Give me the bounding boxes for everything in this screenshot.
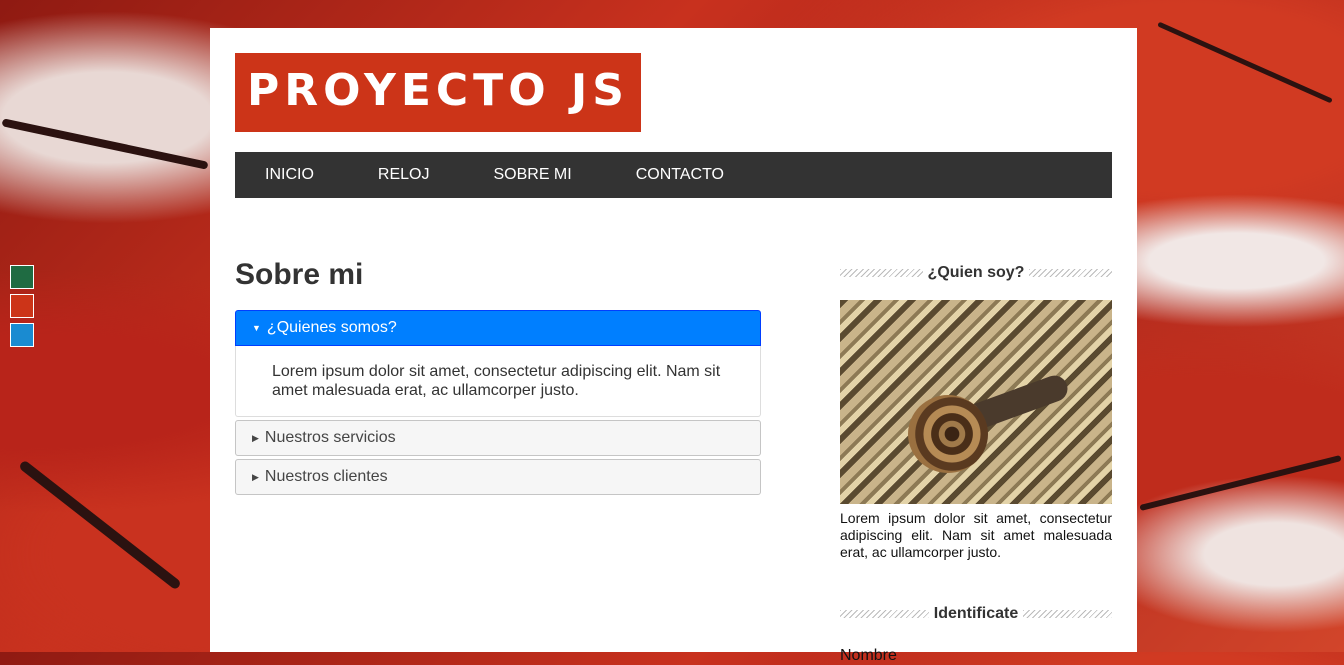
caret-right-icon: ▶ xyxy=(252,471,259,482)
nav-item-reloj[interactable]: RELOJ xyxy=(378,166,430,184)
theme-swatch-blue[interactable] xyxy=(10,323,34,347)
widget-title-text: Identificate xyxy=(933,605,1019,622)
page-container: PROYECTO JS INICIO RELOJ SOBRE MI CONTAC… xyxy=(210,28,1137,664)
title-stripe-right xyxy=(1029,269,1112,277)
background-branch xyxy=(18,459,182,591)
accordion-label: Nuestros clientes xyxy=(264,468,388,485)
title-stripe-left xyxy=(840,610,929,618)
theme-swatch-green[interactable] xyxy=(10,265,34,289)
theme-switcher xyxy=(10,265,40,347)
background-branch xyxy=(1,118,209,170)
accordion-label: Nuestros servicios xyxy=(264,429,396,446)
caret-down-icon: ▼ xyxy=(252,323,261,333)
name-field-label: Nombre xyxy=(840,647,897,664)
title-stripe-left xyxy=(840,269,923,277)
accordion-panel: Lorem ipsum dolor sit amet, consectetur … xyxy=(235,346,761,417)
nav-item-contacto[interactable]: CONTACTO xyxy=(636,166,724,184)
theme-swatch-red[interactable] xyxy=(10,294,34,318)
nav-item-inicio[interactable]: INICIO xyxy=(265,166,314,184)
background-branch xyxy=(1139,455,1342,511)
widget-title-about: ¿Quien soy? xyxy=(840,264,1112,282)
accordion-header-nuestros-clientes[interactable]: ▶ Nuestros clientes xyxy=(235,459,761,495)
snail-shell xyxy=(908,395,988,473)
main-content: Sobre mi ▼ ¿Quienes somos? Lorem ipsum d… xyxy=(235,258,761,495)
snail-photo xyxy=(840,300,1112,504)
main-nav: INICIO RELOJ SOBRE MI CONTACTO xyxy=(235,152,1112,198)
widget-title-text: ¿Quien soy? xyxy=(927,264,1025,281)
accordion-header-nuestros-servicios[interactable]: ▶ Nuestros servicios xyxy=(235,420,761,456)
caret-right-icon: ▶ xyxy=(252,432,259,443)
nav-item-sobre-mi[interactable]: SOBRE MI xyxy=(493,166,571,184)
sidebar: ¿Quien soy? Lorem ipsum dolor sit amet, … xyxy=(840,264,1112,665)
accordion-header-quienes-somos[interactable]: ▼ ¿Quienes somos? xyxy=(235,310,761,346)
identify-widget: Identificate Nombre xyxy=(840,605,1112,665)
accordion-label: ¿Quienes somos? xyxy=(266,319,397,336)
background-branch xyxy=(1157,21,1333,104)
widget-title-identify: Identificate xyxy=(840,605,1112,623)
about-text: Lorem ipsum dolor sit amet, consectetur … xyxy=(840,510,1112,560)
title-stripe-right xyxy=(1023,610,1112,618)
page-title: Sobre mi xyxy=(235,258,364,291)
site-logo[interactable]: PROYECTO JS xyxy=(235,53,641,132)
